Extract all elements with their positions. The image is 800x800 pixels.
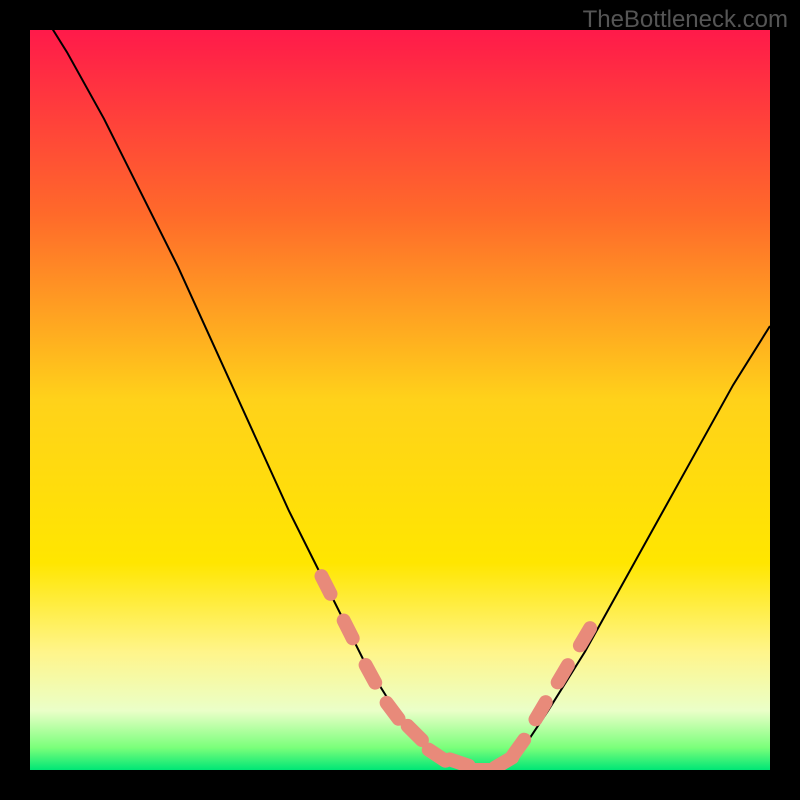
highlight-marker <box>513 740 525 756</box>
chart-svg <box>30 30 770 770</box>
highlight-marker <box>344 621 353 639</box>
plot-area <box>30 30 770 770</box>
highlight-marker <box>536 702 546 719</box>
highlight-marker <box>387 703 399 719</box>
highlight-marker <box>580 628 590 645</box>
highlight-marker <box>450 759 469 765</box>
chart-container: TheBottleneck.com <box>0 0 800 800</box>
highlight-marker <box>558 665 568 682</box>
highlight-marker <box>366 665 376 683</box>
highlight-marker <box>322 576 331 594</box>
chart-background <box>30 30 770 770</box>
